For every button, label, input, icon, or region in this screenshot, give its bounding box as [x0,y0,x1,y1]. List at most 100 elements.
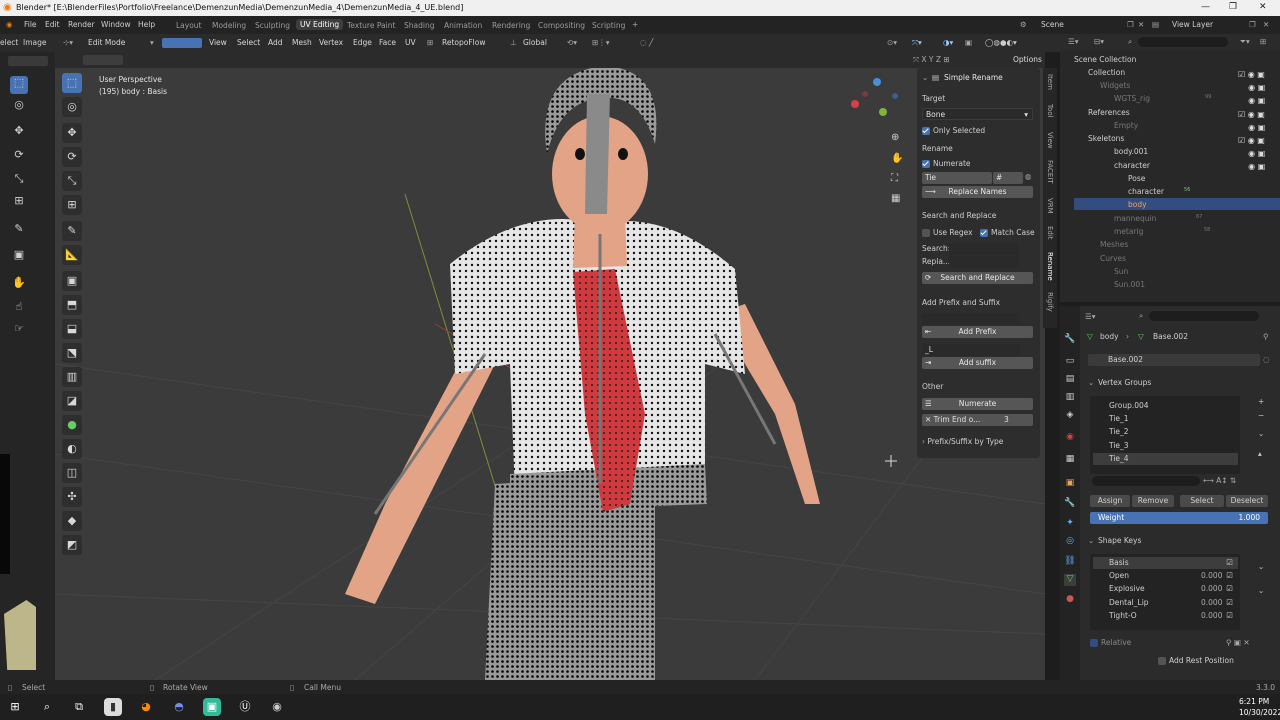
scale-tool-icon[interactable]: ⤡ [62,171,82,191]
uv-image-menu[interactable]: Image [23,38,47,47]
shape-key-row-selected[interactable]: Basis ☑ [1093,557,1238,569]
shape-key-checkbox[interactable]: ☑ [1226,610,1233,622]
outliner-item-body-001[interactable]: body.001 [1114,147,1148,156]
copy-scene-icon[interactable]: ❐ [1127,20,1134,29]
workspace-tab-uv-editing[interactable]: UV Editing [296,19,344,30]
use-regex-checkbox[interactable]: Use Regex [922,228,973,237]
workspace-tab-scripting[interactable]: Scripting [592,21,625,30]
workspace-tab-texture-paint[interactable]: Texture Paint [347,21,395,30]
shape-key-row[interactable]: Open 0.000 ☑ [1093,570,1238,582]
bevel-tool-icon[interactable]: ⬔ [62,343,82,363]
tab-faceit[interactable]: FACEIT [1046,160,1054,184]
match-case-checkbox[interactable]: Match Case [980,228,1035,237]
rotate-tool-icon[interactable]: ⟳ [62,147,82,167]
pin-icon[interactable]: ⚲ [1263,332,1269,341]
shape-key-checkbox[interactable]: ☑ [1226,597,1233,609]
workspace-tab-modeling[interactable]: Modeling [212,21,246,30]
vertex-group-row[interactable]: Tie_3 [1093,440,1238,452]
header-vertex-menu[interactable]: Vertex [319,38,343,47]
shape-key-move-icon[interactable]: ⌄ [1258,586,1264,595]
vertex-group-specials-icon[interactable]: ⌄ [1258,429,1264,438]
pan-icon[interactable]: ✋ [891,153,903,164]
extrude-tool-icon[interactable]: ⬒ [62,295,82,315]
shading-modes-icon[interactable]: ◯◍●◐▾ [985,38,1017,47]
header-select-menu[interactable]: Select [237,38,260,47]
uv-cursor-tool-icon[interactable]: ◎ [10,98,28,116]
header-add-menu[interactable]: Add [268,38,283,47]
outliner-item-pose[interactable]: Pose [1128,174,1145,183]
uv-grab-tool-icon[interactable]: ▣ [10,248,28,266]
tool-tab-icon[interactable]: 🔧 [1064,334,1076,346]
panel-collapse-icon[interactable]: ⌄ [922,73,928,82]
outliner-item-body[interactable]: body [1128,200,1147,209]
filter-options-icons[interactable]: ⟷ A↕ ⇅ [1203,476,1236,485]
outliner-visibility-column[interactable]: ☑ ◉ ▣ ◉ ▣ ◉ ▣ ☑ ◉ ▣ ◉ ▣ ☑ ◉ ▣ ◉ ▣ ◉ ▣ [1238,68,1278,290]
shrink-fatten-tool-icon[interactable]: ◆ [62,511,82,531]
orientation-select[interactable]: Global [523,38,547,47]
view-layer-name[interactable]: View Layer [1172,20,1213,29]
inset-tool-icon[interactable]: ⬓ [62,319,82,339]
shape-key-specials-icon[interactable]: ⌄ [1258,562,1264,571]
uv-relax-tool-icon[interactable]: ☞ [10,322,28,340]
shape-key-value[interactable]: 0.000 [1201,597,1222,609]
shear-tool-icon[interactable]: ◩ [62,535,82,555]
workspace-tab-layout[interactable]: Layout [176,21,202,30]
transform-tool-icon[interactable]: ⊞ [62,195,82,215]
workspace-tab-shading[interactable]: Shading [404,21,434,30]
uv-annotate-tool-icon[interactable]: ✎ [10,222,28,240]
outliner-item-curves[interactable]: Curves [1100,254,1126,263]
outliner-item-metarig[interactable]: metarig [1114,227,1143,236]
header-mesh-menu[interactable]: Mesh [292,38,312,47]
menu-edit[interactable]: Edit [45,20,60,29]
shape-key-checkbox[interactable]: ☑ [1226,570,1233,582]
search-replace-button[interactable]: ⟳ Search and Replace [922,272,1033,284]
scene-icon[interactable]: ⚙ [1020,20,1027,29]
outliner-item-widgets[interactable]: Widgets [1100,81,1130,90]
shape-key-value[interactable]: 0.000 [1201,570,1222,582]
xray-icon[interactable]: ▣ [965,38,972,47]
header-uv-menu[interactable]: UV [405,38,416,47]
overlay-toggle-icon[interactable]: ◑▾ [943,38,953,47]
replace-names-button[interactable]: ⟶ Replace Names [922,186,1033,198]
vertex-group-row[interactable]: Tie_2 [1093,426,1238,438]
header-view-menu[interactable]: View [209,38,227,47]
menu-render[interactable]: Render [68,20,95,29]
outliner-item-collection[interactable]: Collection [1088,68,1125,77]
knife-tool-icon[interactable]: ◪ [62,391,82,411]
outliner-item-mannequin[interactable]: mannequin [1114,214,1156,223]
uv-select-modes[interactable] [8,56,48,66]
relative-checkbox[interactable]: Relative [1090,638,1131,647]
uv-transform-tool-icon[interactable]: ⊞ [10,194,28,212]
properties-search-input[interactable] [1149,311,1259,321]
mode-select[interactable]: Edit Mode [88,38,125,47]
header-face-menu[interactable]: Face [379,38,396,47]
uv-pinch-tool-icon[interactable]: ☝ [10,300,28,318]
uv-move-tool-icon[interactable]: ✥ [10,124,28,142]
unreal-engine-icon[interactable]: Ⓤ [236,698,254,716]
tab-edit[interactable]: Edit [1046,226,1054,240]
visibility-icon[interactable]: ⊙▾ [887,38,897,47]
snap-icon[interactable]: ⊞⋮▾ [592,38,610,47]
vertex-groups-chevron[interactable]: ⌄ [1088,378,1094,387]
shape-keys-chevron[interactable]: ⌄ [1088,536,1094,545]
fake-user-icon[interactable]: ◌ [1263,355,1270,364]
prefix-input[interactable] [922,313,1020,325]
workspace-tab-compositing[interactable]: Compositing [538,21,585,30]
numerate-format-input[interactable]: # [993,172,1023,184]
add-cube-tool-icon[interactable]: ▣ [62,271,82,291]
annotate-tool-icon[interactable]: ✎ [62,221,82,241]
outliner-item-wgts-rig[interactable]: WGTS_rig [1114,94,1150,103]
add-rest-position-checkbox[interactable]: Add Rest Position [1158,656,1234,665]
modifiers-tab-icon[interactable]: 🔧 [1064,498,1076,510]
proportional-edit-icon[interactable]: ◌ ╱ [640,38,653,47]
ortho-toggle-icon[interactable]: ▦ [891,193,900,204]
remove-vertex-group-icon[interactable]: − [1258,411,1264,420]
minimize-icon[interactable]: — [1201,2,1210,12]
constraints-tab-icon[interactable]: ⛓ [1064,556,1076,568]
outliner-item-references[interactable]: References [1088,108,1130,117]
vertex-group-filter[interactable] [1092,476,1200,486]
numerate-button[interactable]: ☰ Numerate [922,398,1033,410]
workspace-tab-animation[interactable]: Animation [444,21,482,30]
select-box-tool-icon[interactable]: ⬚ [62,73,82,93]
outliner-item-sun[interactable]: Sun [1114,267,1128,276]
